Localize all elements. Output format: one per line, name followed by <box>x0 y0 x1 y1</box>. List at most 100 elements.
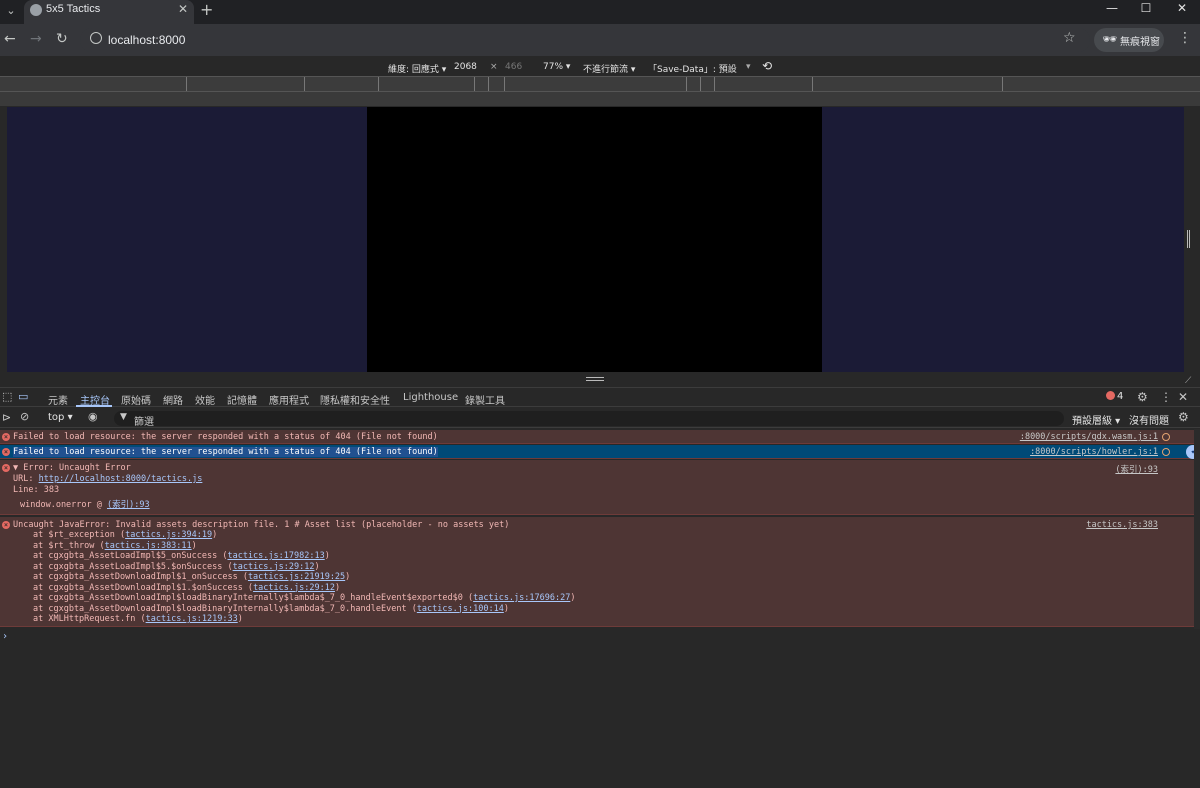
tab-privacy-security[interactable]: 隱私權和安全性 <box>320 392 390 407</box>
ruler-tick <box>812 77 813 91</box>
site-info-icon[interactable] <box>90 32 102 44</box>
rotate-icon[interactable]: ⟲ <box>762 59 772 73</box>
stack-frame: at cgxgbta_AssetDownloadImpl$loadBinaryI… <box>33 593 576 603</box>
console-message-selected[interactable]: × Failed to load resource: the server re… <box>0 445 1200 459</box>
error-icon <box>1106 391 1115 400</box>
close-tab-icon[interactable]: ✕ <box>178 2 188 16</box>
ruler <box>0 92 1200 106</box>
incognito-icon: 🕶 <box>1102 32 1118 46</box>
browser-tab[interactable]: 5x5 Tactics ✕ <box>24 0 194 24</box>
close-devtools-icon[interactable]: ✕ <box>1178 390 1188 404</box>
ruler-tick <box>474 77 475 91</box>
stack-link[interactable]: tactics.js:394:19 <box>125 530 212 540</box>
source-link[interactable]: tactics.js:383 <box>1086 520 1158 530</box>
error-count-value: 4 <box>1117 391 1124 402</box>
emulated-viewport[interactable] <box>7 107 1184 372</box>
back-icon[interactable]: ← <box>4 31 16 47</box>
reload-icon[interactable]: ↻ <box>56 31 68 47</box>
ruler-tick <box>186 77 187 91</box>
console-filter-bar: ⊳ ⊘ top ▾ ◉ ▼ 篩選 預設層級 ▾ 沒有問題 ⚙ <box>0 408 1200 428</box>
source-link[interactable]: :8000/scripts/howler.js:1 <box>1030 447 1158 457</box>
console-scrollbar[interactable] <box>1194 429 1200 629</box>
error-icon: × <box>2 521 10 529</box>
clear-console-icon[interactable]: ⊘ <box>20 410 29 423</box>
live-expression-eye-icon[interactable]: ◉ <box>88 410 98 423</box>
game-canvas[interactable] <box>367 107 822 372</box>
bookmark-star-icon[interactable]: ☆ <box>1063 30 1076 46</box>
forward-icon[interactable]: → <box>30 31 42 47</box>
stack-link[interactable]: tactics.js:383:11 <box>105 541 192 551</box>
network-icon[interactable] <box>1162 433 1170 441</box>
source-link[interactable]: (索引):93 <box>1115 463 1158 475</box>
console-settings-icon[interactable]: ⚙ <box>1178 410 1189 424</box>
network-icon[interactable] <box>1162 448 1170 456</box>
width-input[interactable]: 2068 <box>454 62 477 72</box>
tab-recorder[interactable]: 錄製工具 <box>465 392 505 407</box>
save-data-select[interactable]: 「Save-Data」: 預設 <box>648 62 737 75</box>
throttle-select[interactable]: 不進行節流 ▾ <box>583 62 635 75</box>
log-level-select[interactable]: 預設層級 ▾ <box>1072 412 1120 427</box>
issues-button[interactable]: 沒有問題 <box>1129 412 1169 427</box>
zoom-select[interactable]: 77% ▾ <box>543 62 570 72</box>
error-title: Uncaught JavaError: Invalid assets descr… <box>13 520 510 530</box>
stack-frame: at $rt_throw (tactics.js:383:11) <box>33 540 197 551</box>
url-text[interactable]: localhost:8000 <box>108 33 185 47</box>
message-text: Failed to load resource: the server resp… <box>13 447 438 457</box>
new-tab-icon[interactable]: + <box>200 0 213 19</box>
stack-link[interactable]: tactics.js:17696:27 <box>473 593 570 603</box>
console-message[interactable]: × Uncaught JavaError: Invalid assets des… <box>0 517 1194 627</box>
filter-input[interactable]: ▼ 篩選 <box>114 411 1064 428</box>
sidebar-toggle-icon[interactable]: ⊳ <box>2 411 11 424</box>
stack-link[interactable]: tactics.js:1219:33 <box>146 614 238 624</box>
handler-link[interactable]: (索引):93 <box>107 500 150 510</box>
settings-gear-icon[interactable]: ⚙ <box>1137 390 1148 404</box>
resize-handle-right[interactable] <box>1187 230 1190 248</box>
message-text: Failed to load resource: the server resp… <box>13 432 438 442</box>
tab-lighthouse[interactable]: Lighthouse <box>403 392 458 403</box>
ruler-tick <box>686 77 687 91</box>
stack-link[interactable]: tactics.js:29:12 <box>253 583 335 593</box>
tab-search-icon[interactable]: ⌄ <box>2 2 20 20</box>
close-window-icon[interactable]: ✕ <box>1164 0 1200 18</box>
console-output[interactable]: × Failed to load resource: the server re… <box>0 429 1200 788</box>
error-url-link[interactable]: http://localhost:8000/tactics.js <box>39 474 203 484</box>
stack-link[interactable]: tactics.js:100:14 <box>417 604 504 614</box>
stack-frame: at $rt_exception (tactics.js:394:19) <box>33 530 218 540</box>
console-message[interactable]: × Failed to load resource: the server re… <box>0 430 1194 444</box>
resize-handle-corner[interactable]: ⟋ <box>1185 376 1191 386</box>
handler-text: window.onerror @ <box>20 500 107 510</box>
tab-memory[interactable]: 記憶體 <box>227 392 257 407</box>
ruler-tick <box>488 77 489 91</box>
incognito-button[interactable]: 🕶 無痕視窗 <box>1094 28 1164 52</box>
height-input[interactable]: 466 <box>505 62 522 72</box>
tab-performance[interactable]: 效能 <box>195 392 215 407</box>
ruler-tick <box>714 77 715 91</box>
save-data-dropdown-icon[interactable]: ▾ <box>746 62 751 72</box>
more-menu-icon[interactable]: ⋮ <box>1178 30 1192 46</box>
tab-elements[interactable]: 元素 <box>48 392 68 407</box>
tab-sources[interactable]: 原始碼 <box>121 392 151 407</box>
context-select[interactable]: top ▾ <box>48 412 73 423</box>
inspect-element-icon[interactable]: ⬚ <box>2 390 12 403</box>
error-title[interactable]: ▼ Error: Uncaught Error <box>13 463 131 473</box>
device-toolbar-icon[interactable]: ▭ <box>18 390 28 403</box>
media-query-bar[interactable] <box>0 76 1200 92</box>
resize-handle-bottom[interactable] <box>586 377 604 381</box>
tab-application[interactable]: 應用程式 <box>269 392 309 407</box>
maximize-icon[interactable]: ☐ <box>1128 0 1164 18</box>
stack-link[interactable]: tactics.js:29:12 <box>233 562 315 572</box>
source-link[interactable]: :8000/scripts/gdx.wasm.js:1 <box>1020 432 1158 442</box>
minimize-icon[interactable]: — <box>1094 0 1130 18</box>
console-message[interactable]: × ▼ Error: Uncaught Error URL: http://lo… <box>0 460 1194 515</box>
ruler-tick <box>504 77 505 91</box>
more-options-icon[interactable]: ⋮ <box>1160 390 1172 404</box>
stack-link[interactable]: tactics.js:17982:13 <box>227 551 324 561</box>
stack-link[interactable]: tactics.js:21919:25 <box>248 572 345 582</box>
address-bar[interactable]: localhost:8000 <box>80 28 1090 52</box>
handler-line: window.onerror @ (索引):93 <box>20 498 150 510</box>
stack-frame: at XMLHttpRequest.fn (tactics.js:1219:33… <box>33 614 243 624</box>
console-prompt[interactable]: › <box>2 631 8 642</box>
dimensions-select[interactable]: 維度: 回應式 ▾ <box>388 62 446 75</box>
tab-network[interactable]: 網路 <box>163 392 183 407</box>
error-counter[interactable]: 4 <box>1106 391 1123 402</box>
